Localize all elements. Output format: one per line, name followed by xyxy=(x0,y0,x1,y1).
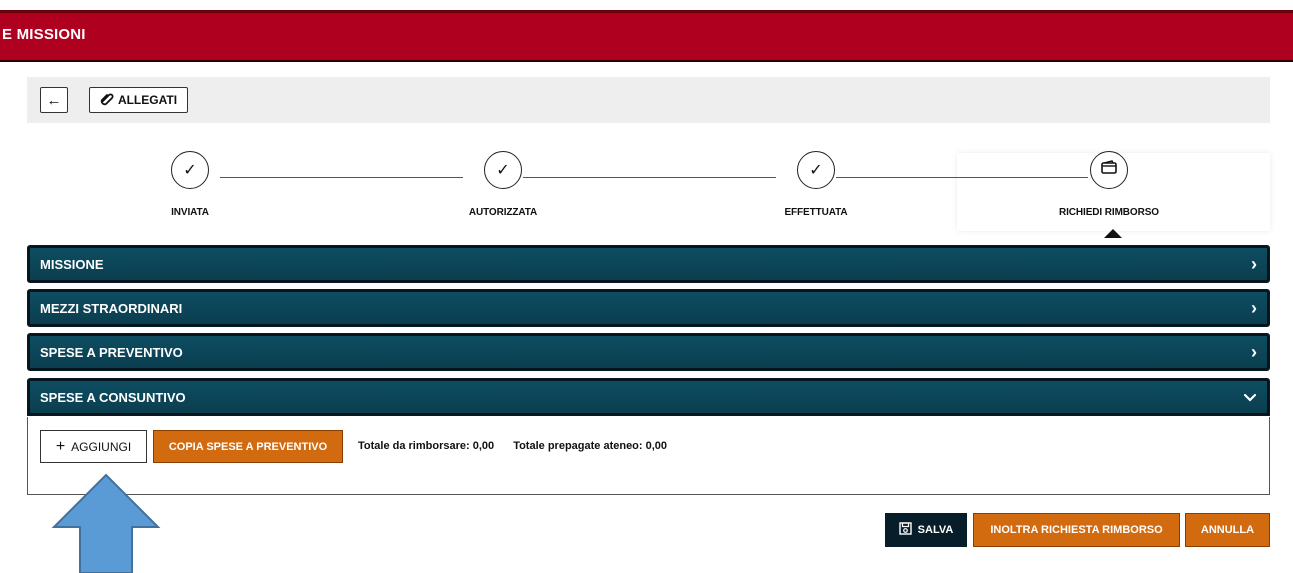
check-icon: ✓ xyxy=(183,162,197,179)
save-label: SALVA xyxy=(917,524,954,536)
check-icon: ✓ xyxy=(496,162,510,179)
save-icon xyxy=(898,522,912,538)
step-label: EFFETTUATA xyxy=(784,207,848,218)
add-expense-button[interactable]: + AGGIUNGI xyxy=(40,430,147,463)
totale-rimborsare: Totale da rimborsare: 0,00 xyxy=(358,440,495,452)
step-label: RICHIEDI RIMBORSO xyxy=(1059,207,1159,218)
active-step-caret xyxy=(1104,229,1122,238)
accordion-mezzi-straordinari[interactable]: MEZZI STRAORDINARI › xyxy=(27,289,1270,327)
step-connector xyxy=(220,177,463,178)
save-button[interactable]: SALVA xyxy=(885,513,967,547)
accordion-spese-preventivo[interactable]: SPESE A PREVENTIVO › xyxy=(27,333,1270,371)
wallet-icon xyxy=(1100,159,1118,181)
toolbar: ← ALLEGATI xyxy=(27,77,1270,123)
step-connector xyxy=(836,177,1088,178)
chevron-right-icon: › xyxy=(1251,253,1257,274)
accordion-spese-consuntivo[interactable]: SPESE A CONSUNTIVO xyxy=(27,378,1270,416)
step-connector xyxy=(523,177,776,178)
step-richiedi-rimborso[interactable] xyxy=(1090,151,1128,189)
accordion-title: SPESE A CONSUNTIVO xyxy=(40,389,186,405)
accordion-title: MEZZI STRAORDINARI xyxy=(40,300,183,316)
step-inviata[interactable]: ✓ xyxy=(171,151,209,189)
chevron-right-icon: › xyxy=(1251,341,1257,362)
allegati-label: ALLEGATI xyxy=(117,93,178,107)
accordion-title: MISSIONE xyxy=(40,256,104,272)
annotation-arrow-up-icon xyxy=(51,473,161,573)
plus-icon: + xyxy=(55,437,66,455)
copy-preventivo-button[interactable]: COPIA SPESE A PREVENTIVO xyxy=(153,430,343,463)
check-icon: ✓ xyxy=(809,162,823,179)
step-label: AUTORIZZATA xyxy=(468,207,538,218)
app-title: E MISSIONI xyxy=(2,26,86,43)
app-header: E MISSIONI xyxy=(0,10,1293,60)
totale-prepagate: Totale prepagate ateneo: 0,00 xyxy=(513,440,668,452)
arrow-left-icon: ← xyxy=(46,91,62,109)
chevron-down-icon xyxy=(1243,387,1257,408)
add-expense-label: AGGIUNGI xyxy=(71,439,132,454)
accordion-title: SPESE A PREVENTIVO xyxy=(40,344,183,360)
step-effettuata[interactable]: ✓ xyxy=(797,151,835,189)
workflow-stepper: ✓ INVIATA ✓ AUTORIZZATA ✓ EFFETTUATA RIC… xyxy=(27,145,1270,240)
cancel-button[interactable]: ANNULLA xyxy=(1185,513,1270,547)
back-button[interactable]: ← xyxy=(40,87,68,113)
paperclip-icon xyxy=(100,92,114,109)
chevron-right-icon: › xyxy=(1251,297,1257,318)
step-label: INVIATA xyxy=(171,207,209,218)
consuntivo-panel: + AGGIUNGI COPIA SPESE A PREVENTIVO Tota… xyxy=(27,417,1270,495)
totals: Totale da rimborsare: 0,00 Totale prepag… xyxy=(358,440,683,452)
allegati-button[interactable]: ALLEGATI xyxy=(89,87,188,113)
step-autorizzata[interactable]: ✓ xyxy=(484,151,522,189)
accordion-missione[interactable]: MISSIONE › xyxy=(27,245,1270,283)
submit-reimbursement-button[interactable]: INOLTRA RICHIESTA RIMBORSO xyxy=(973,513,1180,547)
